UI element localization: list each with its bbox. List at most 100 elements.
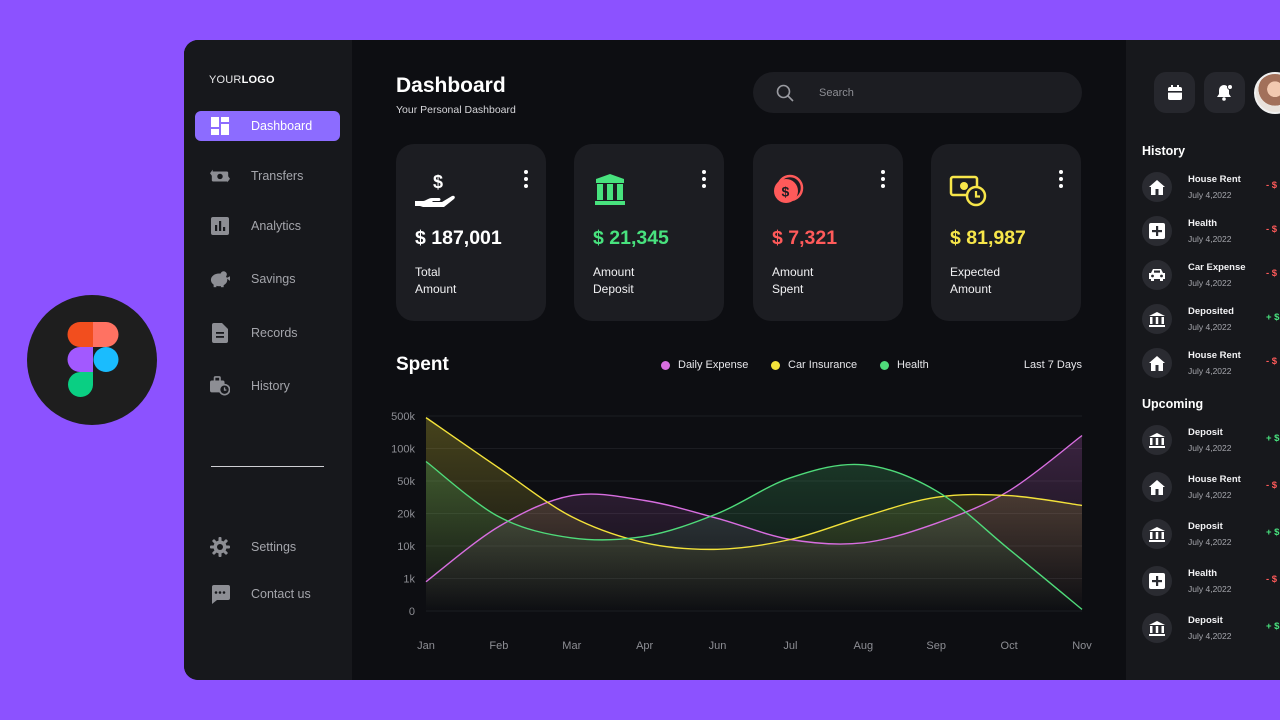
transaction-item[interactable]: Deposit July 4,2022 + $ (1142, 424, 1280, 456)
figma-icon (67, 322, 119, 397)
chat-icon (210, 584, 230, 604)
card-label-line1: Amount (593, 265, 635, 279)
sidebar-item-dashboard[interactable]: Dashboard (195, 111, 340, 141)
card-label: Amount Deposit (593, 264, 703, 298)
transaction-name: Car Expense (1188, 262, 1246, 273)
sidebar-item-transfers[interactable]: Transfers (195, 161, 340, 191)
card-label-line1: Expected (950, 265, 1001, 279)
y-tick-label: 1k (403, 574, 415, 586)
y-tick-label: 50k (397, 476, 415, 488)
card-value: $ 21,345 (593, 227, 669, 249)
search-input[interactable] (819, 86, 1039, 99)
x-tick-label: Nov (1072, 640, 1092, 652)
x-tick-label: Feb (489, 640, 508, 652)
card-label: Amount Spent (772, 264, 882, 298)
transaction-date: July 4,2022 (1188, 322, 1232, 332)
bank-icon (595, 174, 625, 205)
sidebar-item-settings[interactable]: Settings (195, 532, 340, 562)
stat-card-total[interactable]: $ $ 187,001 Total Amount (396, 144, 546, 321)
bank-icon (1142, 304, 1172, 334)
y-tick-label: 500k (391, 411, 415, 423)
sidebar-item-analytics[interactable]: Analytics (195, 211, 340, 241)
card-label: Expected Amount (950, 264, 1060, 298)
more-options-icon[interactable] (700, 170, 708, 188)
bank-icon (1142, 613, 1172, 643)
dashboard-app: YOURLOGO Dashboard Transfers Analytics S… (184, 40, 1280, 680)
sidebar-item-records[interactable]: Records (195, 318, 340, 348)
legend-item-health: Health (880, 359, 929, 371)
legend-dot (771, 360, 780, 370)
card-label-line2: Amount (415, 282, 457, 296)
piggy-bank-icon (210, 269, 230, 289)
calendar-button[interactable] (1154, 72, 1195, 113)
transaction-amount: - $ (1266, 268, 1278, 279)
legend-label: Daily Expense (678, 359, 749, 371)
transaction-item[interactable]: Deposit July 4,2022 + $ (1142, 612, 1280, 644)
date-range-select[interactable]: Last 7 Days (1024, 359, 1082, 371)
grid-icon (210, 116, 230, 136)
page-subtitle: Your Personal Dashboard (396, 104, 516, 116)
transaction-date: July 4,2022 (1188, 443, 1232, 453)
transaction-text: Health July 4,2022 (1188, 218, 1231, 244)
transaction-date: July 4,2022 (1188, 366, 1232, 376)
card-label-line1: Total (415, 265, 441, 279)
more-options-icon[interactable] (522, 170, 530, 188)
coins-icon: $ (774, 174, 804, 203)
transaction-name: Health (1188, 568, 1218, 579)
sidebar-item-label: Dashboard (251, 119, 313, 133)
user-avatar[interactable] (1254, 72, 1280, 114)
x-tick-label: Jul (783, 640, 797, 652)
stat-card-deposit[interactable]: $ 21,345 Amount Deposit (574, 144, 724, 321)
bar-chart-icon (210, 216, 230, 236)
transaction-name: House Rent (1188, 174, 1241, 185)
more-options-icon[interactable] (879, 170, 887, 188)
transaction-item[interactable]: Car Expense July 4,2022 - $ (1142, 259, 1280, 291)
sidebar-item-label: Transfers (251, 169, 304, 183)
stat-card-expected[interactable]: $ 81,987 Expected Amount (931, 144, 1081, 321)
activity-panel: History House Rent July 4,2022 - $ Health Ju… (1126, 40, 1280, 680)
transaction-name: Deposit (1188, 615, 1223, 626)
card-label-line2: Deposit (593, 282, 634, 296)
svg-text:$: $ (782, 184, 790, 200)
stat-card-spent[interactable]: $ $ 7,321 Amount Spent (753, 144, 903, 321)
more-options-icon[interactable] (1057, 170, 1065, 188)
card-value: $ 187,001 (415, 227, 502, 249)
transaction-name: House Rent (1188, 474, 1241, 485)
cash-clock-icon (949, 175, 987, 207)
transaction-text: House Rent July 4,2022 (1188, 474, 1241, 500)
logo: YOURLOGO (209, 74, 275, 86)
notifications-button[interactable] (1204, 72, 1245, 113)
sidebar-item-history[interactable]: History (195, 371, 340, 401)
medical-cross-icon (1142, 216, 1172, 246)
transaction-item[interactable]: Deposit July 4,2022 + $ (1142, 518, 1280, 550)
transaction-item[interactable]: House Rent July 4,2022 - $ (1142, 171, 1280, 203)
x-tick-label: Jan (417, 640, 435, 652)
transaction-name: Deposit (1188, 427, 1223, 438)
chart-title: Spent (396, 354, 449, 375)
card-value: $ 7,321 (772, 227, 838, 249)
card-value: $ 81,987 (950, 227, 1026, 249)
x-tick-label: Apr (636, 640, 653, 652)
transaction-item[interactable]: Deposited July 4,2022 + $ (1142, 303, 1280, 335)
transaction-amount: + $ (1266, 312, 1280, 323)
figma-logo (27, 295, 157, 425)
transaction-name: House Rent (1188, 350, 1241, 361)
search-bar[interactable] (753, 72, 1082, 113)
y-tick-label: 20k (397, 509, 415, 521)
transaction-item[interactable]: Health July 4,2022 - $ (1142, 565, 1280, 597)
hand-dollar-icon: $ (415, 172, 455, 207)
transaction-text: Deposit July 4,2022 (1188, 521, 1231, 547)
legend-dot (880, 360, 889, 370)
transaction-date: July 4,2022 (1188, 537, 1232, 547)
spent-chart: 500k 100k 50k 20k 10k 1k 0 Jan Feb Mar Apr Jun Jul Au… (391, 411, 1092, 652)
transaction-item[interactable]: House Rent July 4,2022 - $ (1142, 347, 1280, 379)
sidebar-item-savings[interactable]: Savings (195, 264, 340, 294)
transaction-item[interactable]: House Rent July 4,2022 - $ (1142, 471, 1280, 503)
card-label: Total Amount (415, 264, 525, 298)
bank-icon (1142, 519, 1172, 549)
upcoming-title: Upcoming (1142, 397, 1204, 411)
sidebar-item-contact[interactable]: Contact us (195, 579, 340, 609)
transaction-item[interactable]: Health July 4,2022 - $ (1142, 215, 1280, 247)
sidebar-item-label: History (251, 379, 290, 393)
x-tick-label: Sep (926, 640, 946, 652)
